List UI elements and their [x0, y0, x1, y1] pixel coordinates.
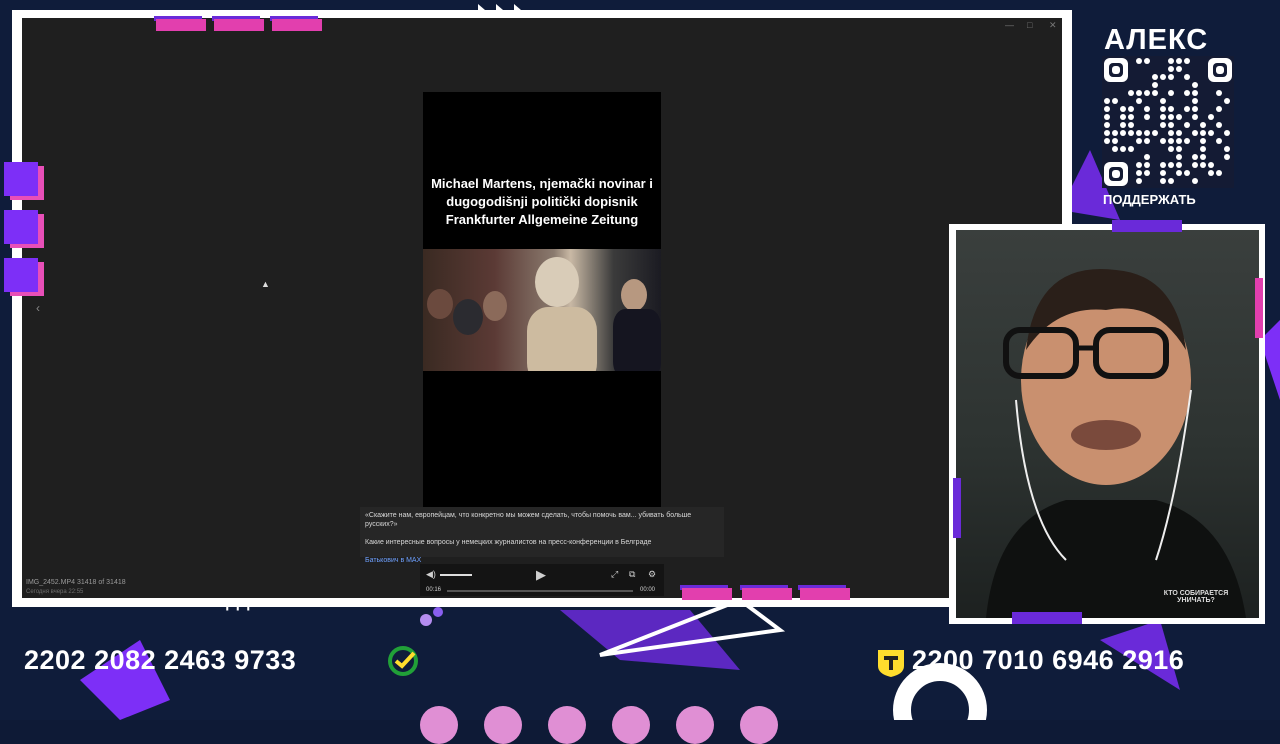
chevron-left-icon[interactable]: ‹: [36, 301, 40, 315]
deco-bar: [953, 478, 961, 538]
shirt-text: КТО СОБИРАЕТСЯ УНИЧАТЬ?: [1163, 590, 1229, 604]
video-player-controls: ◀) ▶ ⤢ ⧉ ⚙ 00:16 00:00: [420, 564, 664, 596]
deco-bar: [272, 19, 322, 31]
donation-qr-code: [1102, 56, 1234, 188]
maximize-icon[interactable]: □: [1027, 20, 1032, 30]
fullscreen-icon[interactable]: ⤢: [611, 569, 618, 580]
deco-square: [4, 258, 38, 292]
deco-bar: [742, 588, 792, 600]
file-info: IMG_2452.MP4 31418 of 31418: [26, 579, 126, 586]
close-icon[interactable]: ✕: [1049, 20, 1057, 31]
deco-bar: [156, 19, 206, 31]
deco-bar: [1112, 220, 1182, 232]
deco-square: [4, 210, 38, 244]
support-label: ПОДДЕРЖАТЬ: [1103, 192, 1196, 207]
file-date: Сегодня вчера 22:55: [26, 589, 84, 595]
mouse-cursor-icon: ▲: [261, 279, 270, 289]
deco-dot: [740, 706, 778, 744]
deco-bar: [1012, 612, 1082, 624]
sber-logo-icon: [388, 646, 418, 676]
picture-in-picture-icon[interactable]: ⧉: [629, 569, 635, 580]
deco-dot: [484, 706, 522, 744]
tbank-logo-icon: [878, 650, 904, 677]
time-total: 00:00: [640, 587, 656, 593]
deco-dot: [420, 706, 458, 744]
play-icon[interactable]: ▶: [536, 567, 546, 583]
minimize-icon[interactable]: —: [1005, 20, 1014, 30]
seek-bar[interactable]: [447, 590, 633, 592]
volume-icon[interactable]: ◀): [426, 569, 436, 580]
deco-dot: [676, 706, 714, 744]
post-quote: «Скажите нам, европейцам, что конкретно …: [365, 512, 692, 528]
card-number-sber: 2202 2082 2463 9733: [24, 645, 297, 675]
post-text-panel: «Скажите нам, европейцам, что конкретно …: [360, 507, 724, 564]
streamer-logo: АЛЕКС: [1104, 24, 1209, 56]
deco-dot: [612, 706, 650, 744]
video-still-image: [423, 249, 661, 371]
deco-square: [4, 162, 38, 196]
settings-icon[interactable]: ⚙: [648, 569, 656, 580]
video-caption: Michael Martens, njemački novinar i dugo…: [431, 176, 653, 227]
volume-slider[interactable]: [440, 574, 472, 576]
deco-bar: [682, 588, 732, 600]
deco-bar: [214, 19, 264, 31]
deco-bar: [800, 588, 850, 600]
webcam-video: КТО СОБИРАЕТСЯ УНИЧАТЬ?: [956, 230, 1259, 618]
deco-bar: [1255, 278, 1263, 338]
deco-dot: [548, 706, 586, 744]
post-body: Какие интересные вопросы у немецких журн…: [365, 539, 652, 546]
time-current: 00:16: [426, 587, 442, 593]
card-number-tbank: 2200 7010 6946 2916: [912, 645, 1185, 675]
